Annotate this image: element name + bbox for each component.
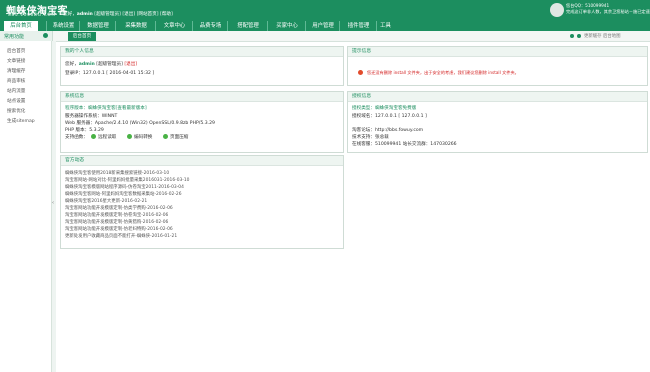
check-icon: [91, 134, 96, 139]
info-logout[interactable]: [退出]: [124, 62, 137, 67]
sidebar-title: 常用功能: [4, 34, 25, 40]
news-item[interactable]: 更新处发用户收藏商品页面不能打开-蜘蛛侠-2016-01-21: [65, 233, 177, 239]
news-item[interactable]: 淘宝客网站功能开发模版定制-仿老妇特购-2016-02-06: [65, 226, 173, 232]
check-encode: 编码转换: [134, 135, 153, 140]
username: admin: [76, 12, 93, 17]
info-label: 您好，: [65, 62, 79, 67]
system-web: Web 服务器：Apache/2.4.10 (Win32) OpenSSL/0.…: [65, 121, 215, 126]
panel-news-title: 官方动态: [61, 156, 343, 166]
check-compress: 页面压缩: [170, 135, 189, 140]
tab-tools-text[interactable]: 更新缓存 后台地图: [584, 34, 621, 39]
nav-item-tools[interactable]: 工具: [376, 21, 394, 31]
sidebar: 后台首页 文章链接 清理缓存 商品审核 站内流量 站点设置 搜索优化 生成sit…: [0, 41, 53, 372]
tab-home[interactable]: 后台首页: [68, 32, 96, 41]
license-contact: 在线客服：510099941 站长交流群：147030266: [352, 142, 457, 147]
news-item[interactable]: 淘宝客网站-网站对比-阿里妈妈批量采集2016031-2016-03-10: [65, 177, 189, 183]
site-home-link[interactable]: [网站首页]: [137, 12, 159, 17]
panel-user-info-title: 我的个人信息: [61, 47, 343, 57]
logout-link[interactable]: [退出]: [122, 12, 135, 17]
user-status-line2: 完成这订单非人数，其余卫您秘站－施已定速: [566, 9, 650, 14]
sidebar-item-sitemap[interactable]: 生成sitemap: [7, 118, 35, 124]
tab-tools: 更新缓存 后台地图: [570, 33, 621, 39]
panel-system-info: 系统信息 程序版本：蜘蛛侠淘宝客[查看最新版本] 服务器操作系统：WINNT W…: [60, 91, 344, 153]
fullscreen-icon[interactable]: [577, 33, 581, 38]
news-item[interactable]: 蜘蛛侠淘宝客2016星大更新-2016-02-21: [65, 198, 147, 204]
panel-license-title: 授权信息: [348, 92, 647, 102]
help-link[interactable]: [帮助]: [160, 12, 173, 17]
license-tech: 技术支持：张总裁: [352, 135, 389, 140]
user-role: [超级管理员]: [94, 12, 121, 17]
news-item[interactable]: 蜘蛛侠淘宝客网站-阿里妈妈淘宝客数据采集站-2016-02-26: [65, 191, 182, 197]
nav-item-system[interactable]: 系统设置: [46, 21, 80, 31]
sidebar-collapse-bar[interactable]: ‹: [51, 41, 56, 372]
panel-license: 授权信息 授权类型：蜘蛛侠淘宝客免费版 授权域名：127.0.0.1 [ 127…: [347, 91, 648, 153]
system-program: 程序版本：蜘蛛侠淘宝客[查看最新版本]: [65, 106, 147, 111]
tab-bar: [0, 31, 650, 42]
news-item[interactable]: 蜘蛛侠淘宝客使用2018新采集搜索链接-2016-03-10: [65, 170, 169, 176]
main-nav: 后台首页 系统设置 数据管理 采集数据 文章中心 品费专场 搭配管理 买家中心 …: [0, 20, 650, 31]
license-domain: 授权域名：127.0.0.1 [ 127.0.0.1 ]: [352, 114, 427, 119]
nav-item-special[interactable]: 品费专场: [192, 21, 228, 31]
sidebar-item-article[interactable]: 文章链接: [7, 58, 25, 64]
system-php: PHP 版本：5.3.29: [65, 128, 104, 133]
info-line-1: 您好，admin [超级管理员] [退出]: [65, 61, 137, 67]
nav-item-users[interactable]: 用户管理: [305, 21, 340, 31]
panel-tips-title: 提示信息: [348, 47, 647, 57]
welcome-text: 您好，admin [超级管理员] [退出] [网站首页] [帮助]: [63, 11, 173, 17]
panel-news: 官方动态 蜘蛛侠淘宝客使用2018新采集搜索链接-2016-03-10 淘宝客网…: [60, 155, 344, 249]
license-forum[interactable]: 淘客论坛：http://bbs.fowuy.com: [352, 127, 423, 133]
nav-item-match[interactable]: 搭配管理: [227, 21, 268, 31]
license-type: 授权类型：蜘蛛侠淘宝客免费版: [352, 106, 417, 111]
sidebar-item-home[interactable]: 后台首页: [7, 48, 25, 54]
logo-subtitle: 885.1008BG.COM: [8, 13, 56, 18]
info-user: admin: [78, 62, 95, 67]
news-item[interactable]: 淘宝客网站功能开发模版定制-仿类学费购-2016-02-06: [65, 205, 173, 211]
sidebar-item-settings[interactable]: 站点设置: [7, 98, 25, 104]
info-line-2: 登录IP：127.0.0.1 [ 2016-04-01 15:32 ]: [65, 71, 155, 76]
refresh-icon[interactable]: [570, 33, 574, 38]
nav-item-article[interactable]: 文章中心: [155, 21, 193, 31]
welcome-prefix: 您好，: [63, 12, 77, 17]
nav-item-buyer[interactable]: 买家中心: [267, 21, 306, 31]
avatar[interactable]: [550, 3, 564, 17]
top-header: 蜘蛛侠淘宝客 885.1008BG.COM 您好，admin [超级管理员] […: [0, 0, 650, 20]
news-item[interactable]: 淘宝客网站功能开发模版定制-仿卷淘宝-2016-02-06: [65, 212, 168, 218]
panel-system-title: 系统信息: [61, 92, 343, 102]
news-item[interactable]: 蜘蛛侠淘宝客模版网站程序源码-仿卷淘宝2011-2016-03-04: [65, 184, 184, 190]
sidebar-toggle-icon[interactable]: [43, 33, 48, 38]
check-icon: [127, 134, 132, 139]
nav-item-plugins[interactable]: 插件管理: [339, 21, 377, 31]
news-item[interactable]: 淘宝客网站功能开发模版定制-仿黄猎购-2016-02-06: [65, 219, 168, 225]
panel-user-info: 我的个人信息 您好，admin [超级管理员] [退出] 登录IP：127.0.…: [60, 46, 344, 86]
check-icon: [163, 134, 168, 139]
user-status: 您台QQ：510099941 完成这订单非人数，其余卫您秘站－施已定速: [566, 3, 650, 15]
sidebar-item-audit[interactable]: 商品审核: [7, 78, 25, 84]
check-remote: 远程读取: [98, 135, 117, 140]
tips-warning: 您还没有删除 install 文件夹，出于安全的考虑，我们建议您删除 insta…: [367, 70, 519, 75]
sidebar-item-traffic[interactable]: 站内流量: [7, 88, 25, 94]
sidebar-item-cache[interactable]: 清理缓存: [7, 68, 25, 74]
info-role: [超级管理员]: [96, 62, 123, 67]
sidebar-item-seo[interactable]: 搜索优化: [7, 108, 25, 114]
warning-icon: [358, 70, 363, 75]
sidebar-header: 常用功能: [0, 31, 53, 41]
nav-item-home[interactable]: 后台首页: [4, 21, 38, 31]
panel-tips: 提示信息 您还没有删除 install 文件夹，出于安全的考虑，我们建议您删除 …: [347, 46, 648, 86]
nav-item-data[interactable]: 数据管理: [79, 21, 116, 31]
system-os: 服务器操作系统：WINNT: [65, 114, 118, 119]
chevron-left-icon[interactable]: ‹: [52, 200, 54, 206]
nav-item-collect[interactable]: 采集数据: [115, 21, 156, 31]
system-support: 支持函数：: [65, 135, 88, 140]
